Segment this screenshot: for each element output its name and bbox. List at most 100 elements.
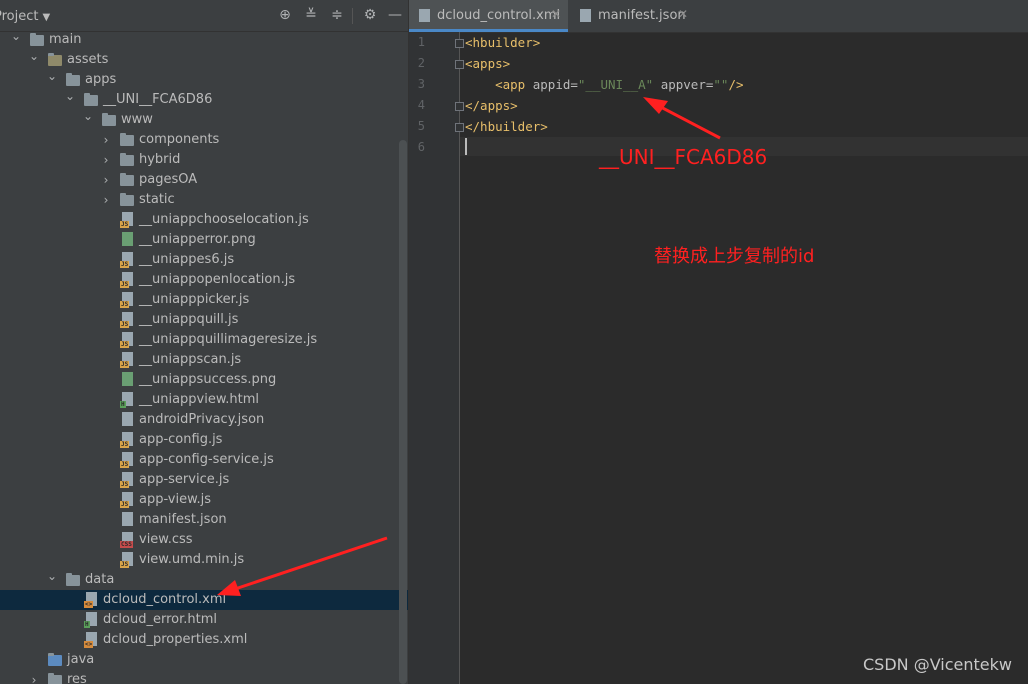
- tree-item[interactable]: CSS view.css: [0, 530, 408, 550]
- tree-item[interactable]: ⌄ assets: [0, 49, 408, 70]
- tree-item[interactable]: ⌄ __UNI__FCA6D86: [0, 89, 408, 110]
- xml-attr: appid=: [532, 77, 578, 92]
- tree-scrollbar[interactable]: [399, 140, 407, 684]
- project-panel-header: Project▼ ⊕ ≚ ≑ ⚙ —: [0, 0, 408, 32]
- locate-icon[interactable]: ⊕: [276, 6, 294, 24]
- js-badge: JS: [120, 301, 130, 308]
- js-badge: JS: [120, 261, 130, 268]
- tree-item[interactable]: ⌄ apps: [0, 69, 408, 90]
- js-badge: JS: [120, 341, 130, 348]
- xml-file-icon: [419, 9, 430, 22]
- tree-item-label: __uniapperror.png: [139, 232, 256, 247]
- tree-item[interactable]: __uniapperror.png: [0, 230, 408, 250]
- collapse-all-icon[interactable]: ≑: [328, 6, 346, 24]
- chevron-down-icon[interactable]: ⌄: [46, 66, 58, 86]
- js-badge: JS: [120, 221, 130, 228]
- code-line: </hbuilder>: [465, 116, 548, 137]
- tree-item[interactable]: JS __uniappopenlocation.js: [0, 270, 408, 290]
- close-icon[interactable]: ✕: [678, 7, 688, 21]
- xml-attr: appver=: [653, 77, 714, 92]
- tree-item[interactable]: JS __uniapppicker.js: [0, 290, 408, 310]
- tree-item-label: view.css: [139, 532, 193, 547]
- xml-value: "": [713, 77, 729, 92]
- tree-item[interactable]: JS __uniappquill.js: [0, 310, 408, 330]
- tree-item[interactable]: JS app-service.js: [0, 470, 408, 490]
- chevron-down-icon[interactable]: ⌄: [82, 106, 94, 126]
- tree-item-label: dcloud_control.xml: [103, 592, 227, 607]
- chevron-right-icon[interactable]: ›: [100, 190, 112, 210]
- tree-item[interactable]: androidPrivacy.json: [0, 410, 408, 430]
- tab-dcloud-control-xml[interactable]: dcloud_control.xml ✕: [409, 0, 568, 32]
- folder-icon: [120, 173, 134, 186]
- chevron-right-icon[interactable]: ›: [28, 670, 40, 684]
- tree-item-label: __uniappes6.js: [139, 252, 235, 267]
- tree-item[interactable]: manifest.json: [0, 510, 408, 530]
- tree-item-label: app-service.js: [139, 472, 230, 487]
- js-badge: JS: [120, 281, 130, 288]
- chevron-right-icon[interactable]: ›: [100, 130, 112, 150]
- tree-item[interactable]: JS __uniappes6.js: [0, 250, 408, 270]
- tree-item[interactable]: ⌄ data: [0, 569, 408, 590]
- tree-item[interactable]: H __uniappview.html: [0, 390, 408, 410]
- chevron-down-icon[interactable]: ⌄: [46, 566, 58, 586]
- close-icon[interactable]: ✕: [551, 7, 561, 21]
- css-badge: CSS: [120, 541, 133, 548]
- tree-item-label: dcloud_properties.xml: [103, 632, 248, 647]
- tree-item[interactable]: JS __uniappquillimageresize.js: [0, 330, 408, 350]
- tree-item[interactable]: › hybrid: [0, 150, 408, 170]
- tree-item[interactable]: JS view.umd.min.js: [0, 550, 408, 570]
- tree-item[interactable]: › res: [0, 670, 408, 684]
- annotation-id-label: __UNI__FCA6D86: [599, 145, 768, 169]
- watermark: CSDN @Vicentekw: [863, 655, 1012, 674]
- fold-marker-icon[interactable]: [455, 102, 464, 111]
- tree-item[interactable]: Hdcloud_error.html: [0, 610, 408, 630]
- tree-item[interactable]: JS app-config.js: [0, 430, 408, 450]
- chevron-down-icon[interactable]: ⌄: [28, 46, 40, 66]
- tree-item[interactable]: JS app-config-service.js: [0, 450, 408, 470]
- chevron-right-icon[interactable]: ›: [100, 170, 112, 190]
- tree-item[interactable]: › pagesOA: [0, 170, 408, 190]
- chevron-down-icon[interactable]: ⌄: [10, 26, 22, 46]
- tab-manifest-json[interactable]: manifest.json ✕: [570, 0, 700, 32]
- chevron-right-icon[interactable]: ›: [100, 150, 112, 170]
- tree-item[interactable]: › components: [0, 130, 408, 150]
- folder-icon: [30, 33, 44, 46]
- folder-icon: [48, 673, 62, 684]
- tree-item[interactable]: <> dcloud_control.xml: [0, 590, 408, 610]
- project-view-selector[interactable]: Project▼: [0, 9, 50, 24]
- tree-item[interactable]: JS app-view.js: [0, 490, 408, 510]
- expand-all-icon[interactable]: ≚: [302, 6, 320, 24]
- tree-item-label: __uniappsuccess.png: [139, 372, 277, 387]
- chevron-down-icon[interactable]: ⌄: [64, 86, 76, 106]
- tree-item-label: __UNI__FCA6D86: [103, 92, 213, 107]
- hide-icon[interactable]: —: [386, 6, 404, 24]
- tree-item-label: java: [67, 652, 95, 667]
- fold-marker-icon[interactable]: [455, 123, 464, 132]
- tree-item-label: app-config.js: [139, 432, 223, 447]
- tree-item[interactable]: java: [0, 650, 408, 670]
- tree-item[interactable]: JS __uniappchooselocation.js: [0, 210, 408, 230]
- caret-down-icon: ▼: [42, 12, 51, 23]
- tree-item-label: __uniappscan.js: [139, 352, 242, 367]
- tree-item[interactable]: ⌄ www: [0, 109, 408, 130]
- tree-item[interactable]: › static: [0, 190, 408, 210]
- xml-tag: <app: [495, 77, 533, 92]
- tree-item-label: app-view.js: [139, 492, 212, 507]
- code-line: <apps>: [465, 53, 510, 74]
- tree-item[interactable]: JS __uniappscan.js: [0, 350, 408, 370]
- fold-marker-icon[interactable]: [455, 60, 464, 69]
- settings-icon[interactable]: ⚙: [361, 6, 379, 24]
- tree-item[interactable]: <> dcloud_properties.xml: [0, 630, 408, 650]
- tree-item[interactable]: __uniappsuccess.png: [0, 370, 408, 390]
- js-badge: JS: [120, 461, 130, 468]
- project-view-label: Project: [0, 9, 39, 24]
- tree-item[interactable]: ⌄ main: [0, 29, 408, 50]
- html-badge: H: [84, 621, 90, 628]
- tree-item-label: __uniapppicker.js: [139, 292, 250, 307]
- xml-tag: <hbuilder>: [465, 35, 541, 50]
- xml-tag: </hbuilder>: [465, 119, 548, 134]
- tree-item-label: assets: [67, 52, 109, 67]
- line-number: 3: [417, 77, 425, 91]
- fold-marker-icon[interactable]: [455, 39, 464, 48]
